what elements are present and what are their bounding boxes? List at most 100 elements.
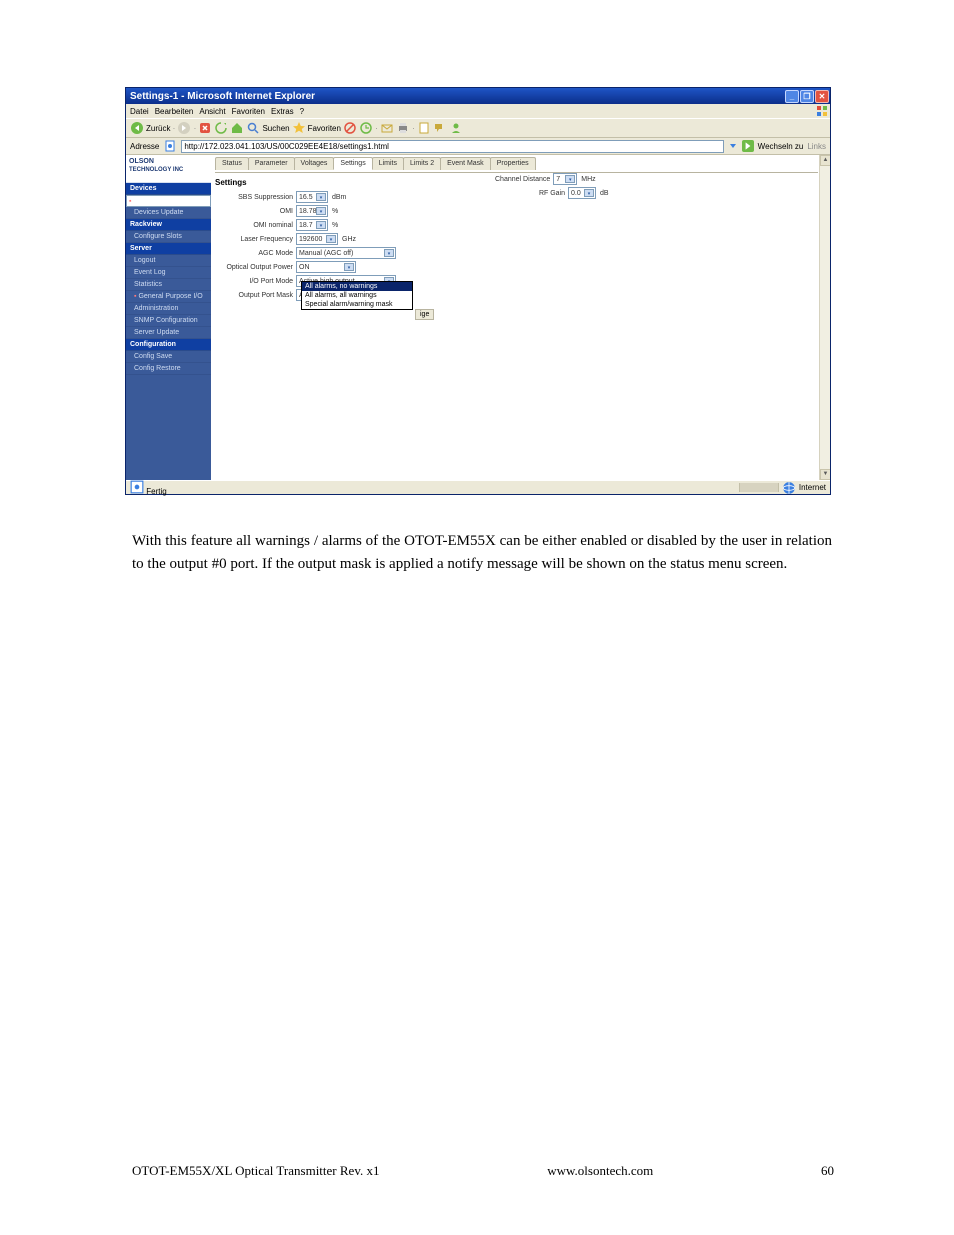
- sidebar-section-configuration[interactable]: Configuration: [126, 339, 211, 351]
- sidebar-section-rackview[interactable]: Rackview: [126, 219, 211, 231]
- dropdown-option[interactable]: All alarms, all warnings: [302, 291, 412, 300]
- back-button[interactable]: [130, 121, 144, 135]
- menu-fav[interactable]: Favoriten: [232, 107, 265, 116]
- sidebar-item-bk-es80a[interactable]: ▪BK-ES80A: [126, 195, 211, 207]
- sidebar-item-administration[interactable]: Administration: [126, 303, 211, 315]
- chevron-down-icon[interactable]: ▾: [316, 207, 326, 215]
- edit-button[interactable]: [417, 121, 431, 135]
- address-input[interactable]: [181, 140, 723, 153]
- label-output-port-mask: Output Port Mask: [215, 292, 293, 299]
- links-label[interactable]: Links: [807, 142, 826, 151]
- select-agc-mode[interactable]: Manual (AGC off)▾: [296, 247, 396, 259]
- chevron-down-icon[interactable]: ▾: [344, 263, 354, 271]
- sidebar-section-devices[interactable]: Devices: [126, 183, 211, 195]
- messenger-button[interactable]: [449, 121, 463, 135]
- forward-button[interactable]: [177, 121, 191, 135]
- label-io-port-mode: I/O Port Mode: [215, 278, 293, 285]
- favorites-label[interactable]: Favoriten: [308, 124, 341, 133]
- body-paragraph: With this feature all warnings / alarms …: [132, 530, 832, 577]
- row-omi: OMI 18.78▾ %: [215, 205, 818, 217]
- footer-page-number: 60: [821, 1163, 834, 1179]
- select-channel-distance[interactable]: 7▾: [553, 173, 577, 185]
- dropdown-option[interactable]: All alarms, no warnings: [302, 282, 412, 291]
- sidebar-item-snmp-configuration[interactable]: SNMP Configuration: [126, 315, 211, 327]
- chevron-down-icon[interactable]: ▾: [316, 193, 326, 201]
- address-bar: Adresse Wechseln zu Links: [126, 138, 830, 154]
- media-button[interactable]: [343, 121, 357, 135]
- output-port-mask-dropdown[interactable]: All alarms, no warnings All alarms, all …: [301, 281, 413, 310]
- tab-limits[interactable]: Limits: [372, 157, 404, 170]
- menu-edit[interactable]: Bearbeiten: [155, 107, 194, 116]
- chevron-down-icon[interactable]: ▾: [316, 221, 326, 229]
- sidebar-item-devices-update[interactable]: Devices Update: [126, 207, 211, 219]
- search-label[interactable]: Suchen: [262, 124, 289, 133]
- sidebar-item-configure-slots[interactable]: Configure Slots: [126, 231, 211, 243]
- chevron-down-icon[interactable]: ▾: [384, 249, 394, 257]
- minimize-button[interactable]: _: [785, 90, 799, 103]
- chevron-down-icon[interactable]: ▾: [326, 235, 336, 243]
- select-optical-output-power[interactable]: ON▾: [296, 261, 356, 273]
- tab-properties[interactable]: Properties: [490, 157, 536, 170]
- sidebar-item-config-save[interactable]: Config Save: [126, 351, 211, 363]
- chevron-down-icon[interactable]: ▾: [584, 189, 594, 197]
- row-omi-nominal: OMI nominal 18.7▾ %: [215, 219, 818, 231]
- favorites-icon[interactable]: [292, 121, 306, 135]
- sidebar-section-server[interactable]: Server: [126, 243, 211, 255]
- content-area: ▲ ▼ OLSON TECHNOLOGY INC Devices ▪BK-ES8…: [126, 154, 830, 480]
- select-omi[interactable]: 18.78▾: [296, 205, 328, 217]
- browser-window: Settings-1 - Microsoft Internet Explorer…: [125, 87, 831, 495]
- discuss-button[interactable]: [433, 121, 447, 135]
- dropdown-option[interactable]: Special alarm/warning mask: [302, 300, 412, 309]
- status-placeholder: .: [739, 483, 779, 492]
- print-button[interactable]: [396, 121, 410, 135]
- menu-extras[interactable]: Extras: [271, 107, 294, 116]
- select-rf-gain[interactable]: 0.0▾: [568, 187, 596, 199]
- home-button[interactable]: [230, 121, 244, 135]
- sidebar-item-general-purpose-io[interactable]: ▪General Purpose I/O: [126, 291, 211, 303]
- search-icon[interactable]: [246, 121, 260, 135]
- select-omi-nominal[interactable]: 18.7▾: [296, 219, 328, 231]
- menu-view[interactable]: Ansicht: [199, 107, 225, 116]
- back-label[interactable]: Zurück: [146, 124, 170, 133]
- footer-left: OTOT-EM55X/XL Optical Transmitter Rev. x…: [132, 1163, 379, 1179]
- tab-status[interactable]: Status: [215, 157, 249, 170]
- chevron-down-icon[interactable]: ▾: [565, 175, 575, 183]
- select-sbs-suppression[interactable]: 16.5▾: [296, 191, 328, 203]
- unit-mhz: MHz: [580, 176, 595, 183]
- tab-event-mask[interactable]: Event Mask: [440, 157, 491, 170]
- sidebar-item-config-restore[interactable]: Config Restore: [126, 363, 211, 375]
- label-rf-gain: RF Gain: [495, 190, 565, 197]
- sidebar-item-logout[interactable]: Logout: [126, 255, 211, 267]
- sidebar: OLSON TECHNOLOGY INC Devices ▪BK-ES80A D…: [126, 155, 211, 480]
- tab-voltages[interactable]: Voltages: [294, 157, 335, 170]
- row-agc-mode: AGC Mode Manual (AGC off)▾: [215, 247, 818, 259]
- address-label: Adresse: [130, 142, 159, 151]
- sidebar-item-event-log[interactable]: Event Log: [126, 267, 211, 279]
- go-label[interactable]: Wechseln zu: [758, 142, 804, 151]
- partial-button[interactable]: ige: [415, 309, 434, 320]
- unit-db: dB: [599, 190, 609, 197]
- row-rf-gain: RF Gain 0.0▾ dB: [495, 187, 609, 199]
- refresh-button[interactable]: [214, 121, 228, 135]
- menu-file[interactable]: Datei: [130, 107, 149, 116]
- windows-logo-icon: [816, 105, 828, 117]
- tab-settings[interactable]: Settings: [333, 157, 372, 170]
- label-laser-frequency: Laser Frequency: [215, 236, 293, 243]
- close-button[interactable]: ✕: [815, 90, 829, 103]
- menu-help[interactable]: ?: [300, 107, 304, 116]
- select-laser-frequency[interactable]: 192600▾: [296, 233, 338, 245]
- label-omi: OMI: [215, 208, 293, 215]
- tab-parameter[interactable]: Parameter: [248, 157, 295, 170]
- maximize-button[interactable]: ❐: [800, 90, 814, 103]
- sidebar-item-server-update[interactable]: Server Update: [126, 327, 211, 339]
- sidebar-item-statistics[interactable]: Statistics: [126, 279, 211, 291]
- menu-bar: Datei Bearbeiten Ansicht Favoriten Extra…: [126, 104, 830, 118]
- address-dropdown-icon[interactable]: [728, 139, 738, 153]
- row-laser-frequency: Laser Frequency 192600▾ GHz: [215, 233, 818, 245]
- history-button[interactable]: [359, 121, 373, 135]
- mail-button[interactable]: [380, 121, 394, 135]
- go-button[interactable]: [742, 140, 754, 152]
- stop-button[interactable]: [198, 121, 212, 135]
- tab-limits-2[interactable]: Limits 2: [403, 157, 441, 170]
- label-channel-distance: Channel Distance: [495, 176, 550, 183]
